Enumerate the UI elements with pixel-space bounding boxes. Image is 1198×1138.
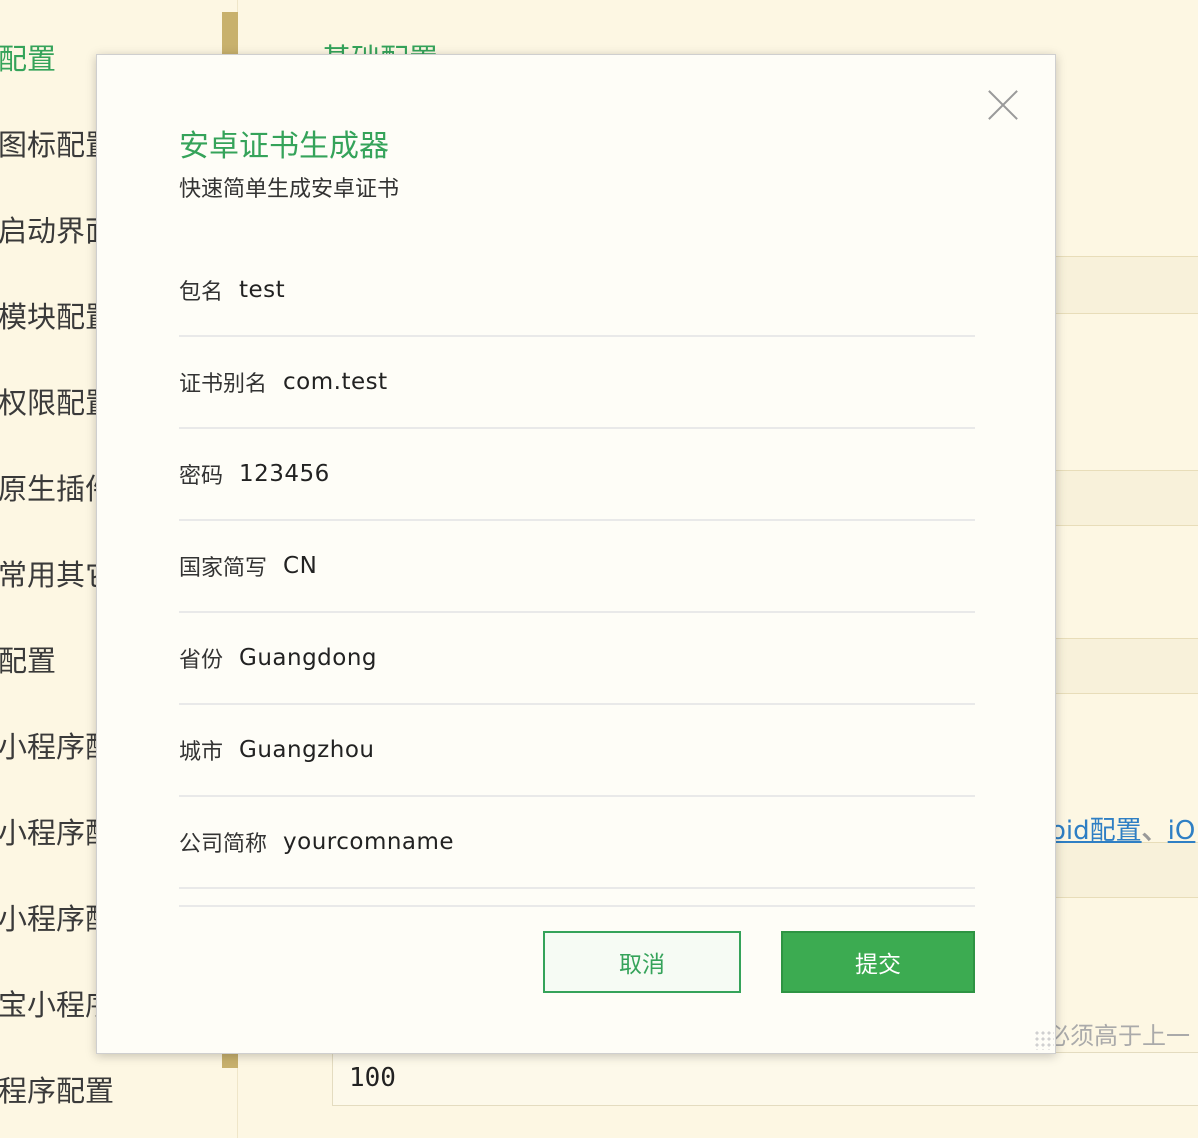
field-label: 包名 xyxy=(179,280,224,305)
field-country-code: 国家简写 xyxy=(179,521,975,613)
field-cert-alias: 证书别名 xyxy=(179,337,975,429)
city-input[interactable] xyxy=(239,737,800,763)
field-label: 证书别名 xyxy=(179,372,268,397)
cert-alias-input[interactable] xyxy=(283,369,844,395)
dialog-subtitle: 快速简单生成安卓证书 xyxy=(179,177,400,202)
package-name-input[interactable] xyxy=(239,277,800,303)
province-input[interactable] xyxy=(239,645,800,671)
field-password: 密码 xyxy=(179,429,975,521)
field-province: 省份 xyxy=(179,613,975,705)
field-package-name: 包名 xyxy=(179,245,975,337)
dialog-title: 安卓证书生成器 xyxy=(179,129,389,164)
close-icon[interactable] xyxy=(987,89,1019,121)
modal-overlay: 安卓证书生成器 快速简单生成安卓证书 包名 证书别名 密码 国家简写 省份 城市… xyxy=(0,0,1198,1138)
field-label: 省份 xyxy=(179,648,224,673)
field-city: 城市 xyxy=(179,705,975,797)
cancel-button[interactable]: 取消 xyxy=(543,931,741,993)
form-divider xyxy=(179,831,975,907)
country-code-input[interactable] xyxy=(283,553,844,579)
password-input[interactable] xyxy=(239,461,800,487)
resize-grip-icon[interactable] xyxy=(1034,1030,1054,1050)
field-label: 密码 xyxy=(179,464,224,489)
submit-button[interactable]: 提交 xyxy=(781,931,975,993)
field-label: 国家简写 xyxy=(179,556,268,581)
field-label: 城市 xyxy=(179,740,224,765)
certificate-generator-dialog: 安卓证书生成器 快速简单生成安卓证书 包名 证书别名 密码 国家简写 省份 城市… xyxy=(96,54,1056,1054)
